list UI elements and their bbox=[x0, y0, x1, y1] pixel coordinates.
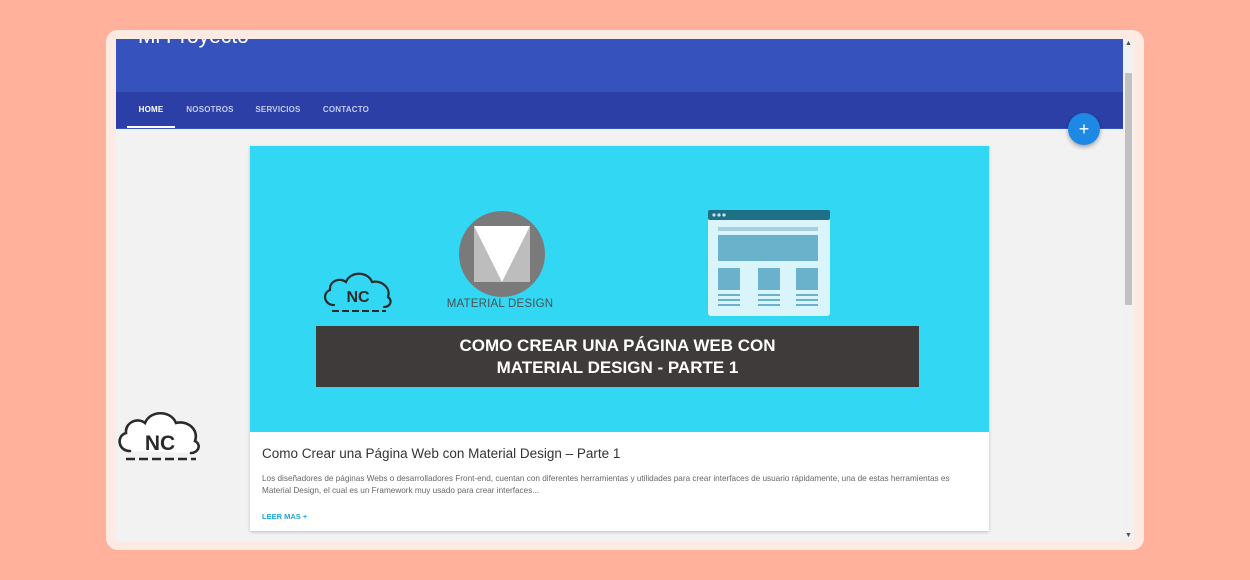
scroll-down-arrow-icon[interactable]: ▼ bbox=[1123, 531, 1134, 541]
tab-servicios[interactable]: SERVICIOS bbox=[250, 92, 306, 128]
watermark-cloud-icon: NC bbox=[118, 411, 200, 461]
tab-nosotros[interactable]: NOSOTROS bbox=[182, 92, 238, 128]
read-more-link[interactable]: LEER MAS + bbox=[262, 512, 307, 521]
material-design-label: MATERIAL DESIGN bbox=[446, 298, 554, 310]
material-design-logo-icon bbox=[459, 211, 545, 297]
post-card: NC MATERIAL DESIGN COMO CREAR UNA PÁGINA… bbox=[250, 146, 989, 531]
post-excerpt: Los diseñadores de páginas Webs o desarr… bbox=[262, 474, 950, 495]
add-fab-button[interactable]: + bbox=[1068, 113, 1100, 145]
tab-home[interactable]: HOME bbox=[127, 92, 175, 128]
scroll-up-arrow-icon[interactable]: ▲ bbox=[1123, 39, 1134, 49]
cloud-logo-icon: NC bbox=[324, 272, 392, 312]
post-image[interactable]: NC MATERIAL DESIGN COMO CREAR UNA PÁGINA… bbox=[250, 146, 989, 432]
brand-title[interactable]: Mi Proyecto bbox=[138, 39, 249, 49]
vertical-scrollbar[interactable]: ▲ ▼ bbox=[1123, 39, 1134, 541]
browser-window-icon bbox=[708, 210, 830, 316]
post-title[interactable]: Como Crear una Página Web con Material D… bbox=[262, 446, 620, 461]
nav-tabs: HOME NOSOTROS SERVICIOS CONTACTO bbox=[116, 92, 1123, 128]
image-banner: COMO CREAR UNA PÁGINA WEB CON MATERIAL D… bbox=[316, 326, 919, 387]
scrollbar-thumb[interactable] bbox=[1125, 73, 1132, 305]
banner-line-2: MATERIAL DESIGN - PARTE 1 bbox=[496, 357, 739, 377]
banner-line-1: COMO CREAR UNA PÁGINA WEB CON bbox=[459, 335, 776, 355]
watermark-text: NC bbox=[145, 432, 175, 455]
tab-contacto[interactable]: CONTACTO bbox=[318, 92, 374, 128]
cloud-logo-text: NC bbox=[346, 289, 370, 306]
browser-viewport: Mi Proyecto HOME NOSOTROS SERVICIOS CONT… bbox=[116, 39, 1134, 541]
